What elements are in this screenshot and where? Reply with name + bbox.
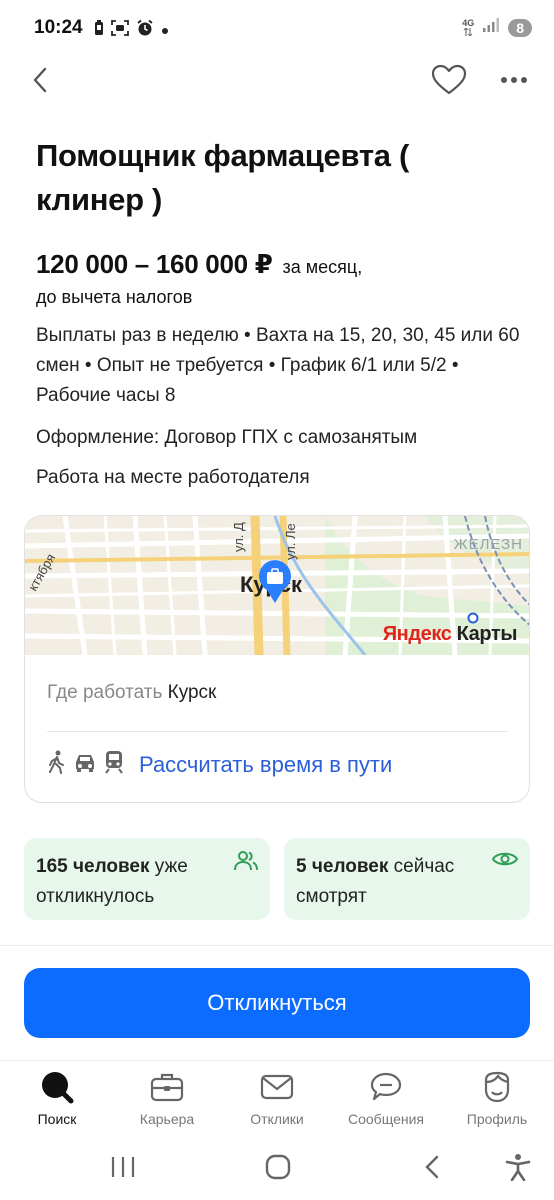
chat-icon <box>369 1069 403 1105</box>
back-button[interactable] <box>22 62 58 98</box>
status-bar: 10:24 4G 8 <box>0 0 554 56</box>
salary-tax-note: до вычета налогов <box>36 287 193 307</box>
responded-stat: 165 человек уже откликнулось <box>24 838 270 920</box>
accessibility-button[interactable] <box>498 1148 538 1186</box>
nav-search[interactable]: Поиск <box>7 1069 107 1127</box>
nav-messages-label: Сообщения <box>348 1111 424 1127</box>
heart-icon <box>431 64 467 95</box>
nav-profile[interactable]: Профиль <box>447 1069 547 1127</box>
map-rail-label: ЖЕЛЕЗН <box>453 536 523 553</box>
work-location: Где работать Курск <box>47 682 216 704</box>
more-button[interactable] <box>494 62 534 98</box>
signal-icon <box>482 17 500 38</box>
dot-icon <box>161 22 169 40</box>
profile-icon <box>480 1069 514 1105</box>
home-button[interactable] <box>256 1148 300 1186</box>
status-right: 4G 8 <box>462 17 532 38</box>
more-dots-icon <box>501 77 527 83</box>
system-nav-bar <box>0 1134 554 1200</box>
car-icon <box>73 751 97 778</box>
work-location-label: Где работать <box>47 682 163 703</box>
yandex-maps-logo: Яндекс Карты <box>382 623 518 645</box>
alarm-icon <box>136 19 154 42</box>
search-icon <box>40 1069 74 1105</box>
map-preview[interactable]: ул. Д ул. Ле ктября ЖЕЛЕЗН Курск Яндекс … <box>25 516 529 655</box>
train-icon <box>103 750 125 779</box>
respond-section: Откликнуться <box>0 945 554 1060</box>
nav-responses-label: Отклики <box>250 1111 304 1127</box>
battery-badge: 8 <box>508 18 532 37</box>
top-nav <box>0 56 554 102</box>
route-time-link[interactable]: Рассчитать время в пути <box>139 752 392 778</box>
salary-range: 120 000 – 160 000 ₽ <box>36 249 273 279</box>
nav-profile-label: Профиль <box>466 1111 528 1127</box>
viewing-text: 5 человек сейчас смотрят <box>296 852 496 912</box>
briefcase-icon <box>150 1069 184 1105</box>
vacancy-title: Помощник фармацевта ( клинер ) <box>36 138 409 217</box>
salary-period: за месяц, <box>282 257 363 277</box>
divider <box>47 731 507 732</box>
system-back-button[interactable] <box>412 1150 452 1184</box>
nav-responses[interactable]: Отклики <box>227 1069 327 1127</box>
work-conditions: Выплаты раз в неделю • Вахта на 15, 20, … <box>36 325 520 406</box>
recent-apps-button[interactable] <box>100 1150 146 1184</box>
nav-messages[interactable]: Сообщения <box>336 1069 436 1127</box>
map-street-label: ул. Ле <box>283 523 298 560</box>
bottom-nav: Поиск Карьера Отклики Сообщения Профиль <box>0 1060 554 1134</box>
viewing-stat: 5 человек сейчас смотрят <box>284 838 530 920</box>
network-type: 4G <box>462 18 475 28</box>
accessibility-icon <box>505 1154 531 1181</box>
back-arrow-icon <box>425 1155 439 1179</box>
home-icon <box>265 1154 291 1180</box>
battery-saver-icon <box>94 20 104 41</box>
nav-career-label: Карьера <box>139 1111 195 1127</box>
respond-button[interactable]: Откликнуться <box>24 968 530 1038</box>
eye-icon <box>491 850 519 873</box>
responded-text: 165 человек уже откликнулось <box>36 852 236 912</box>
screenshot-icon <box>111 20 129 41</box>
work-location-value: Курск <box>167 682 217 703</box>
responded-count: 165 человек <box>36 856 150 877</box>
walking-icon <box>47 750 67 779</box>
nav-career[interactable]: Карьера <box>117 1069 217 1127</box>
map-street-label: ул. Д <box>231 522 246 552</box>
chevron-left-icon <box>33 67 47 93</box>
recent-apps-icon <box>111 1157 135 1177</box>
registration-type: Оформление: Договор ГПХ с самозанятым <box>36 427 418 448</box>
route-calculator[interactable]: Рассчитать время в пути <box>47 750 392 779</box>
status-icons <box>94 19 169 42</box>
status-time: 10:24 <box>34 17 83 38</box>
envelope-icon <box>260 1069 294 1105</box>
viewing-count: 5 человек <box>296 856 389 877</box>
nav-search-label: Поиск <box>37 1111 77 1127</box>
favorite-button[interactable] <box>428 60 470 100</box>
map-pin-icon <box>257 560 293 609</box>
workplace-type: Работа на месте работодателя <box>36 467 310 488</box>
network-indicator: 4G <box>462 19 474 36</box>
people-icon <box>234 850 258 877</box>
location-card: ул. Д ул. Ле ктября ЖЕЛЕЗН Курск Яндекс … <box>24 515 530 803</box>
salary-line: 120 000 – 160 000 ₽ за месяц, <box>36 249 362 280</box>
